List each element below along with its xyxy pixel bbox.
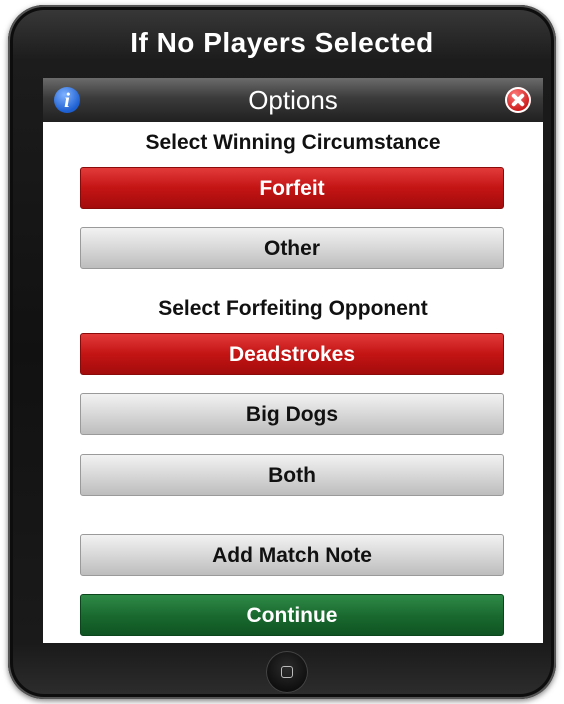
other-button[interactable]: Other bbox=[80, 227, 504, 269]
dialog-title: Options bbox=[248, 85, 338, 115]
forfeit-button[interactable]: Forfeit bbox=[80, 167, 504, 209]
forfeiting-opponent-heading: Select Forfeiting Opponent bbox=[158, 297, 428, 320]
big-dogs-button[interactable]: Big Dogs bbox=[80, 393, 504, 435]
add-match-note-button[interactable]: Add Match Note bbox=[80, 534, 504, 576]
deadstrokes-button[interactable]: Deadstrokes bbox=[80, 333, 504, 375]
close-icon[interactable] bbox=[505, 87, 531, 113]
app-screen: i Options Select Winning Circumstance Fo… bbox=[43, 78, 543, 643]
caption-title: If No Players Selected bbox=[130, 27, 434, 58]
home-square-icon bbox=[281, 666, 293, 678]
dialog-titlebar: i Options bbox=[43, 78, 543, 122]
home-button[interactable] bbox=[266, 651, 308, 693]
both-button[interactable]: Both bbox=[80, 454, 504, 496]
continue-button[interactable]: Continue bbox=[80, 594, 504, 636]
winning-circumstance-heading: Select Winning Circumstance bbox=[145, 131, 441, 154]
options-panel: Select Winning Circumstance Forfeit Othe… bbox=[43, 122, 543, 643]
tablet-device: If No Players Selected i Options Select … bbox=[8, 5, 556, 699]
